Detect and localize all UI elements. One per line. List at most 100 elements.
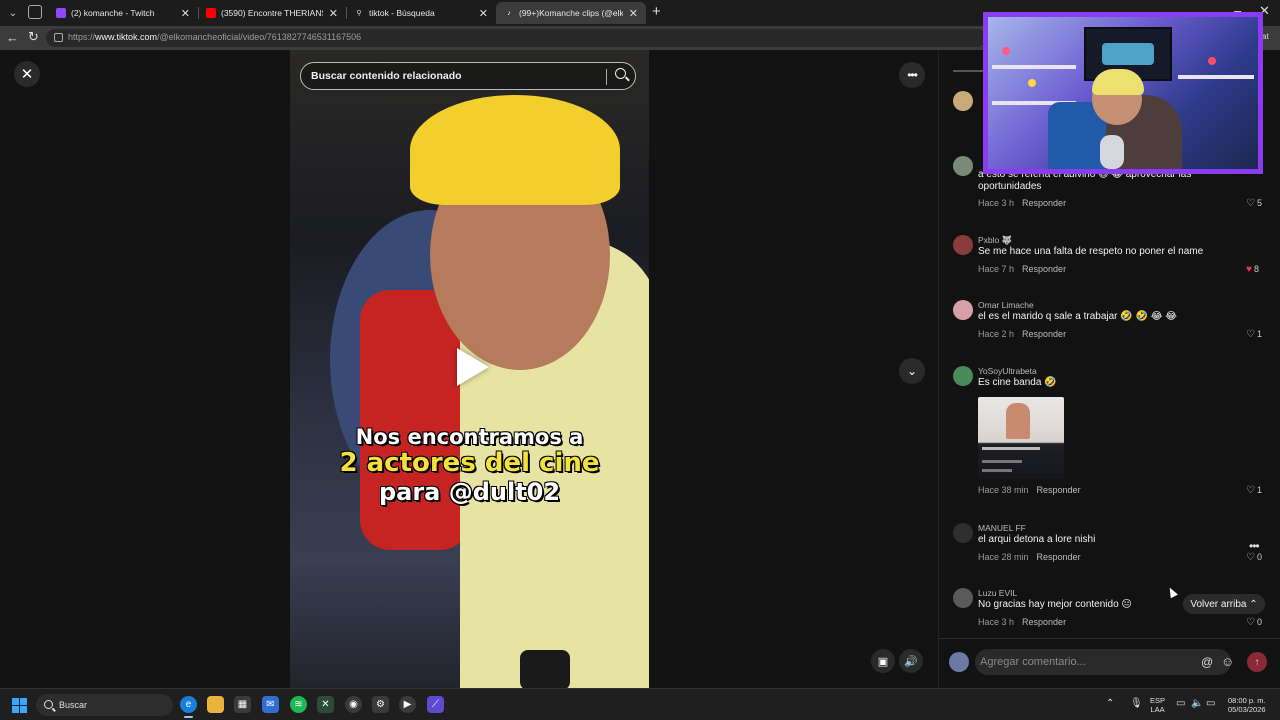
like-button[interactable]: ♡ 0 xyxy=(1246,552,1262,563)
play-icon[interactable] xyxy=(457,348,489,386)
tab-tiktok[interactable]: ♪ (99+)Komanche clips (@elkomanc ✕ xyxy=(496,2,646,24)
comment-time: Hace 28 min xyxy=(978,552,1029,562)
workspaces-icon[interactable] xyxy=(28,5,42,19)
reply-button[interactable]: Responder xyxy=(1022,198,1066,208)
webcam-shelf xyxy=(992,65,1076,69)
mention-icon[interactable]: @ xyxy=(1201,655,1213,669)
comment-username[interactable]: Omar Limache xyxy=(978,300,1034,310)
app-icon[interactable]: ⟋ xyxy=(427,696,444,713)
close-video-button[interactable]: ✕ xyxy=(14,61,40,87)
tab-search[interactable]: ⚲ tiktok - Búsqueda ✕ xyxy=(346,2,496,24)
comment-image[interactable] xyxy=(978,397,1064,479)
more-options-button[interactable]: ••• xyxy=(899,62,925,88)
media-player-icon[interactable]: ▶ xyxy=(399,696,416,713)
webcam-light xyxy=(1028,79,1036,87)
search-favicon-icon: ⚲ xyxy=(356,10,362,17)
video-caption-line-3: para @dult02 xyxy=(378,478,561,506)
input-language-indicator[interactable]: ESP LAA xyxy=(1150,696,1165,714)
settings-gear-icon[interactable]: ⚙ xyxy=(372,696,389,713)
microphone-icon[interactable]: 🎙 xyxy=(1130,698,1143,709)
comment-username[interactable]: Pxblo 🐺 xyxy=(978,235,1012,246)
reply-button[interactable]: Responder xyxy=(1022,617,1066,627)
comment-username[interactable]: YoSoyUltrabeta xyxy=(978,366,1037,376)
send-button[interactable]: ↑ xyxy=(1247,652,1267,672)
taskbar-search[interactable]: Buscar xyxy=(36,694,173,716)
windows-taskbar: Buscar e ▦ ✉ ≋ ✕ ◉ ⚙ ▶ ⟋ ⌃ 🎙 ESP LAA ▭ 🔈 … xyxy=(0,688,1280,720)
next-video-chevron-down-icon[interactable]: ⌄ xyxy=(899,358,925,384)
comment-more-icon[interactable]: ••• xyxy=(1249,539,1260,553)
reply-button[interactable]: Responder xyxy=(1037,552,1081,562)
volume-icon[interactable]: 🔈 xyxy=(1191,698,1203,709)
new-tab-button[interactable]: + xyxy=(652,3,661,20)
avatar[interactable] xyxy=(953,366,973,386)
like-count: 0 xyxy=(1256,552,1262,562)
url-prefix: https:// xyxy=(68,32,96,42)
edge-browser-icon[interactable]: e xyxy=(180,696,197,718)
tray-chevron-up-icon[interactable]: ⌃ xyxy=(1106,698,1114,709)
video-caption-line-2: 2 actores del cine xyxy=(339,448,600,478)
tiktok-favicon-icon: ♪ xyxy=(507,9,511,17)
close-tab-icon[interactable]: ✕ xyxy=(479,7,488,20)
emoji-icon[interactable]: ☺ xyxy=(1221,654,1234,669)
file-explorer-icon[interactable] xyxy=(207,696,224,713)
store-icon[interactable]: ▦ xyxy=(234,696,251,713)
comment-username[interactable]: Luzu EVIL xyxy=(978,588,1017,598)
tab-youtube[interactable]: (3590) Encontre THERIANS en MC ✕ xyxy=(198,2,346,24)
related-search-box[interactable]: Buscar contenido relacionado xyxy=(300,62,636,90)
back-to-top-label: Volver arriba xyxy=(1190,598,1247,610)
like-button[interactable]: ♡ 1 xyxy=(1246,329,1262,340)
network-icon[interactable]: ▭ xyxy=(1176,698,1185,709)
back-to-top-button[interactable]: Volver arriba ⌃ xyxy=(1183,594,1265,614)
my-avatar xyxy=(949,652,969,672)
close-tab-icon[interactable]: ✕ xyxy=(329,7,338,20)
webcam-streamer-cap xyxy=(1092,69,1144,95)
url-text: https://www.tiktok.com/@elkomancheoficia… xyxy=(68,32,361,42)
clock-time: 08:00 p. m. xyxy=(1228,696,1266,705)
reply-button[interactable]: Responder xyxy=(1022,264,1066,274)
reply-button[interactable]: Responder xyxy=(1022,329,1066,339)
heart-icon: ♡ xyxy=(1246,198,1255,209)
avatar[interactable] xyxy=(953,300,973,320)
video-player[interactable]: Buscar contenido relacionado Nos encontr… xyxy=(290,50,649,688)
comment-input[interactable]: Agregar comentario... xyxy=(975,649,1231,675)
comment-text: el es el marido q sale a trabajar 🤣 🤣 😂 … xyxy=(978,311,1177,322)
tab-title: (2) komanche - Twitch xyxy=(71,8,155,18)
taskbar-clock[interactable]: 08:00 p. m. 05/03/2026 xyxy=(1228,696,1266,714)
tab-twitch[interactable]: (2) komanche - Twitch ✕ xyxy=(48,2,198,24)
lang-line-2: LAA xyxy=(1150,705,1165,714)
tab-actions-menu-icon[interactable]: ⌄ xyxy=(4,4,22,22)
spotify-icon[interactable]: ≋ xyxy=(290,696,307,713)
windows-start-icon[interactable] xyxy=(12,698,27,713)
battery-icon[interactable]: ▭ xyxy=(1206,698,1215,709)
search-icon[interactable] xyxy=(615,68,626,79)
like-button[interactable]: ♡ 5 xyxy=(1246,198,1262,209)
picture-in-picture-icon[interactable]: ▣ xyxy=(871,649,895,673)
comment-time: Hace 38 min xyxy=(978,485,1029,495)
obs-icon[interactable]: ◉ xyxy=(345,696,362,713)
avatar[interactable] xyxy=(953,588,973,608)
volume-icon[interactable]: 🔊 xyxy=(899,649,923,673)
like-button[interactable]: ♡ 0 xyxy=(1246,617,1262,628)
comment-text: el arqui detona a lore nishi xyxy=(978,534,1096,545)
mail-icon[interactable]: ✉ xyxy=(262,696,279,713)
url-field[interactable]: https://www.tiktok.com/@elkomancheoficia… xyxy=(46,29,986,47)
close-tab-icon[interactable]: ✕ xyxy=(629,7,638,20)
tab-title: tiktok - Búsqueda xyxy=(369,8,435,18)
avatar[interactable] xyxy=(953,91,973,111)
reload-icon[interactable]: ↻ xyxy=(28,29,39,45)
avatar[interactable] xyxy=(953,523,973,543)
back-arrow-icon[interactable]: ← xyxy=(6,30,19,45)
like-button[interactable]: ♥ 8 xyxy=(1246,264,1259,275)
close-tab-icon[interactable]: ✕ xyxy=(181,7,190,20)
like-button[interactable]: ♡ 1 xyxy=(1246,485,1262,496)
taskbar-search-label: Buscar xyxy=(59,700,88,710)
comment-username[interactable]: MANUEL FF xyxy=(978,523,1026,533)
reply-button[interactable]: Responder xyxy=(1037,485,1081,495)
avatar[interactable] xyxy=(953,156,973,176)
toolbar-label: at xyxy=(1262,32,1269,41)
search-icon xyxy=(44,700,53,709)
site-info-icon[interactable] xyxy=(54,33,63,42)
xbox-icon[interactable]: ✕ xyxy=(317,696,334,713)
youtube-favicon-icon xyxy=(206,8,216,18)
avatar[interactable] xyxy=(953,235,973,255)
